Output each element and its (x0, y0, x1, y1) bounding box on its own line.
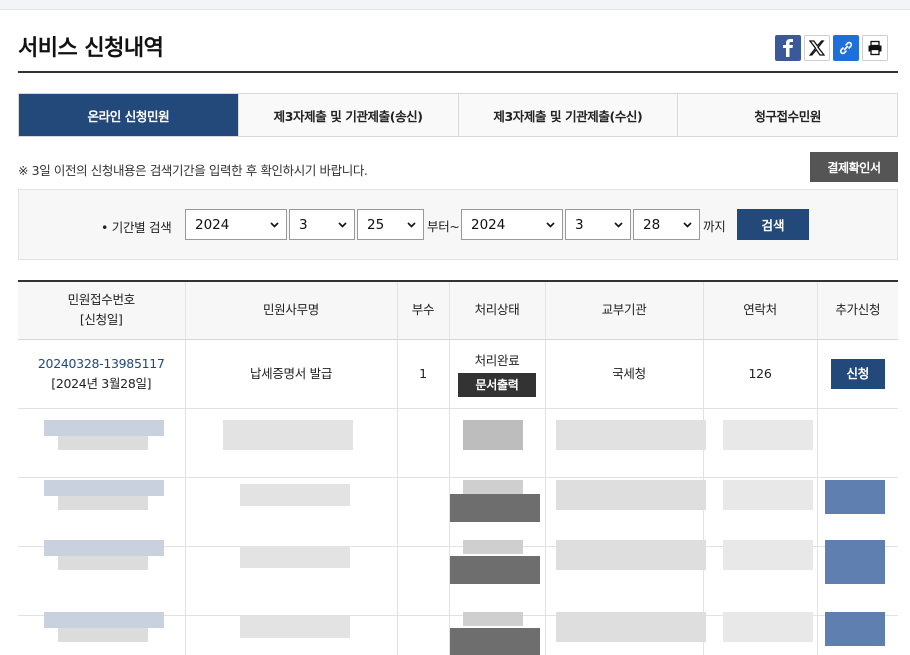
header-contact: 연락처 (702, 280, 817, 340)
header-receipt-no-label: 민원접수번호 (67, 292, 136, 308)
agency-name: 국세청 (544, 339, 703, 409)
chevron-down-icon (546, 222, 555, 228)
table-header-row: 민원접수번호 [신청일] 민원사무명 부수 처리상태 교부기관 연락처 추가신청 (18, 280, 898, 340)
tab-third-party-receive[interactable]: 제3자제출 및 기관제출(수신) (457, 94, 678, 136)
search-button[interactable]: 검색 (737, 209, 809, 240)
task-name: 납세증명서 발급 (184, 339, 397, 409)
header-receipt-no: 민원접수번호 [신청일] (18, 280, 185, 340)
tab-online-application[interactable]: 온라인 신청민원 (19, 94, 238, 136)
header-application-date-label: [신청일] (79, 312, 123, 328)
print-document-button[interactable]: 문서출력 (458, 372, 536, 397)
x-share-button[interactable] (804, 35, 830, 61)
link-icon (839, 41, 853, 55)
from-year-select[interactable]: 2024 (185, 209, 287, 240)
x-icon (809, 40, 825, 56)
tab-bar: 온라인 신청민원 제3자제출 및 기관제출(송신) 제3자제출 및 기관제출(수… (18, 93, 898, 137)
facebook-share-button[interactable] (775, 35, 801, 61)
to-day-value: 28 (643, 216, 661, 233)
to-day-select[interactable]: 28 (633, 209, 700, 240)
search-period-label: • 기간별 검색 (101, 220, 172, 235)
application-date: [2024년 3월28일] (51, 375, 152, 391)
chevron-down-icon (270, 222, 279, 228)
chevron-down-icon (407, 222, 416, 228)
additional-apply-button[interactable]: 신청 (830, 358, 885, 389)
payment-confirmation-button[interactable]: 결제확인서 (810, 152, 898, 182)
from-day-value: 25 (367, 216, 385, 233)
to-year-select[interactable]: 2024 (461, 209, 563, 240)
from-month-select[interactable]: 3 (289, 209, 355, 240)
print-icon (868, 40, 882, 56)
facebook-icon (783, 39, 793, 57)
from-month-value: 3 (299, 216, 308, 233)
header-copies: 부수 (396, 280, 449, 340)
header-task: 민원사무명 (184, 280, 397, 340)
print-button[interactable] (862, 35, 888, 61)
tab-claim-application[interactable]: 청구접수민원 (677, 94, 897, 136)
search-panel: • 기간별 검색 2024 3 25 부터~ 2024 3 28 까지 검색 (18, 189, 898, 260)
from-day-select[interactable]: 25 (357, 209, 424, 240)
table-row: 20240328-13985117 [2024년 3월28일] 납세증명서 발급… (18, 339, 898, 409)
title-divider (18, 71, 898, 73)
to-month-value: 3 (575, 216, 584, 233)
contact-number: 126 (702, 339, 817, 409)
notice-text: ※ 3일 이전의 신청내용은 검색기간을 입력한 후 확인하시기 바랍니다. (18, 163, 368, 178)
receipt-cell: 20240328-13985117 [2024년 3월28일] (18, 339, 185, 409)
chevron-down-icon (338, 222, 347, 228)
status-text: 처리완료 (474, 352, 520, 368)
header-agency: 교부기관 (544, 280, 703, 340)
header-status: 처리상태 (448, 280, 545, 340)
from-year-value: 2024 (195, 216, 230, 233)
receipt-number-link[interactable]: 20240328-13985117 (18, 354, 185, 374)
redacted-rows-overlay (18, 406, 898, 655)
to-month-select[interactable]: 3 (565, 209, 631, 240)
link-share-button[interactable] (833, 35, 859, 61)
tab-third-party-send[interactable]: 제3자제출 및 기관제출(송신) (237, 94, 458, 136)
top-strip (0, 0, 910, 10)
extra-cell: 신청 (816, 339, 898, 409)
chevron-down-icon (614, 222, 623, 228)
to-year-value: 2024 (471, 216, 506, 233)
status-cell: 처리완료 문서출력 (448, 339, 545, 409)
page-title: 서비스 신청내역 (18, 36, 164, 61)
to-suffix: 까지 (703, 219, 726, 234)
header-extra: 추가신청 (816, 280, 898, 340)
chevron-down-icon (683, 222, 692, 228)
from-suffix: 부터~ (427, 219, 460, 234)
copies-count: 1 (396, 339, 449, 409)
